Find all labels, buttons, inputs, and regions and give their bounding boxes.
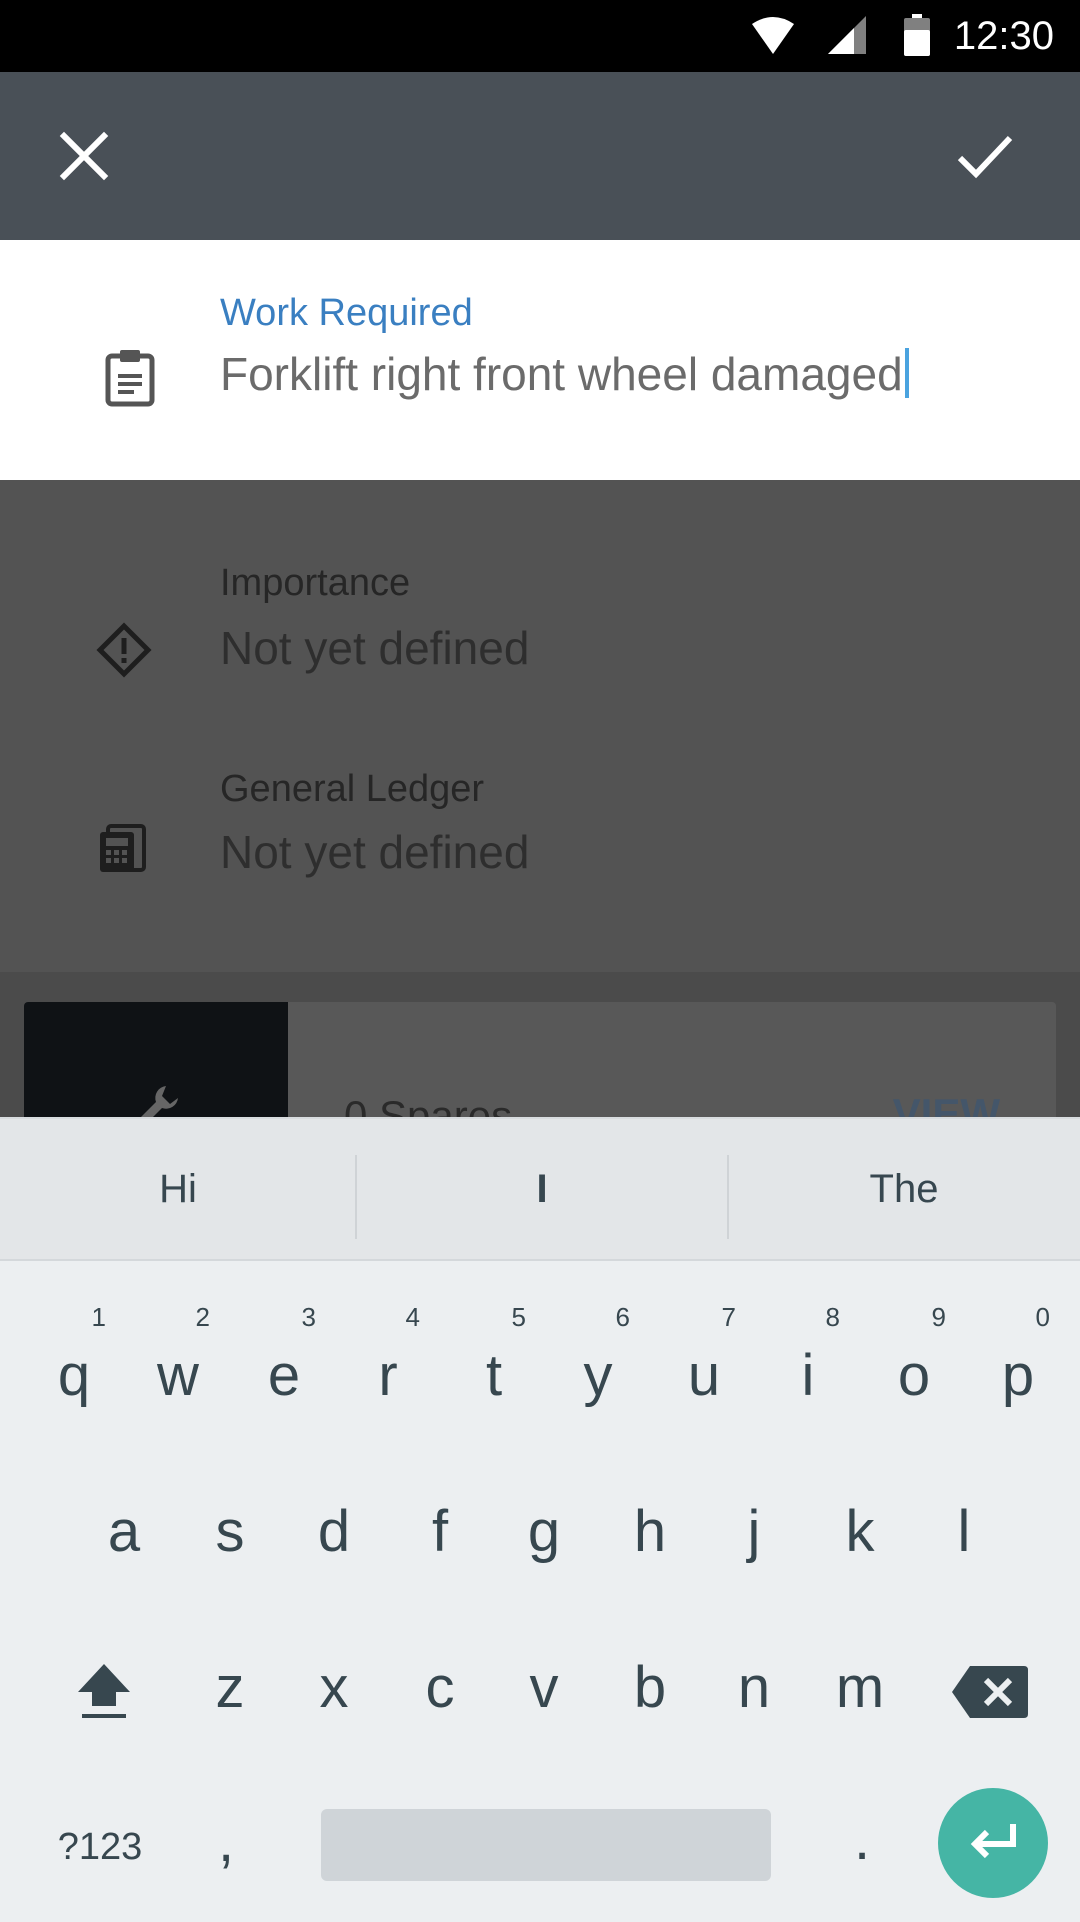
key-y[interactable]: y6 <box>572 1302 631 1409</box>
key-k[interactable]: k <box>834 1498 886 1565</box>
key-o[interactable]: o9 <box>888 1302 946 1409</box>
key-number: 9 <box>931 1302 946 1332</box>
key-s[interactable]: s <box>204 1498 256 1565</box>
key-u[interactable]: u7 <box>678 1302 736 1409</box>
suggestion-the[interactable]: The <box>728 1119 1080 1259</box>
key-t[interactable]: t5 <box>468 1302 526 1409</box>
key-j[interactable]: j <box>728 1498 780 1565</box>
key-w[interactable]: w2 <box>152 1302 210 1409</box>
key-label: r <box>378 1343 398 1408</box>
suggestion-strip: Hi I The <box>0 1119 1080 1261</box>
toolbar <box>0 72 1080 240</box>
key-number: 5 <box>511 1302 526 1332</box>
enter-icon <box>970 1824 1016 1859</box>
key-r[interactable]: r4 <box>362 1302 420 1409</box>
key-number: 1 <box>91 1302 106 1332</box>
key-number: 0 <box>1035 1302 1050 1332</box>
key-label: u <box>687 1343 721 1408</box>
key-number: 6 <box>615 1302 630 1332</box>
key-label: e <box>267 1343 301 1408</box>
key-b[interactable]: b <box>624 1654 676 1721</box>
symbols-key[interactable]: ?123 <box>48 1826 152 1869</box>
suggestion-hi[interactable]: Hi <box>0 1119 356 1259</box>
key-number: 2 <box>195 1302 210 1332</box>
work-required-value: Forklift right front wheel damaged <box>220 348 903 400</box>
key-i[interactable]: i8 <box>782 1302 840 1409</box>
ledger-calculator-icon <box>100 824 146 872</box>
wifi-icon <box>752 17 794 54</box>
battery-icon <box>904 14 930 56</box>
enter-key[interactable] <box>938 1788 1048 1898</box>
spares-card[interactable]: 0 Spares VIEW <box>24 1002 1056 1139</box>
check-icon <box>957 135 1013 179</box>
key-label: i <box>801 1343 815 1408</box>
comma-key[interactable]: , <box>206 1808 246 1875</box>
key-f[interactable]: f <box>414 1498 466 1565</box>
confirm-button[interactable] <box>940 112 1028 200</box>
key-number: 8 <box>825 1302 840 1332</box>
key-number: 4 <box>405 1302 420 1332</box>
key-number: 7 <box>721 1302 736 1332</box>
period-key[interactable]: . <box>842 1806 882 1873</box>
key-h[interactable]: h <box>624 1498 676 1565</box>
general-ledger-value[interactable]: Not yet defined <box>220 824 529 880</box>
key-e[interactable]: e3 <box>258 1302 316 1409</box>
clipboard-icon <box>105 350 155 407</box>
work-required-label: Work Required <box>220 292 473 334</box>
key-x[interactable]: x <box>308 1654 360 1721</box>
key-p[interactable]: p0 <box>992 1302 1050 1409</box>
close-button[interactable] <box>40 112 128 200</box>
key-l[interactable]: l <box>938 1498 990 1565</box>
work-required-section: Work Required Forklift right front wheel… <box>0 240 1080 480</box>
suggestion-i[interactable]: I <box>356 1119 728 1259</box>
close-icon <box>59 131 109 181</box>
importance-label: Importance <box>220 562 411 604</box>
key-c[interactable]: c <box>414 1654 466 1721</box>
space-key[interactable] <box>321 1809 771 1881</box>
key-label: y <box>583 1343 613 1408</box>
general-ledger-label: General Ledger <box>220 768 485 810</box>
key-g[interactable]: g <box>518 1498 570 1565</box>
importance-value[interactable]: Not yet defined <box>220 620 529 676</box>
key-q[interactable]: q1 <box>48 1302 106 1409</box>
backspace-key[interactable] <box>952 1664 1028 1720</box>
key-d[interactable]: d <box>308 1498 360 1565</box>
key-a[interactable]: a <box>98 1498 150 1565</box>
cell-signal-icon <box>828 16 866 54</box>
status-time: 12:30 <box>953 14 1054 58</box>
key-label: q <box>57 1343 91 1408</box>
key-z[interactable]: z <box>204 1654 256 1721</box>
status-bar: 12:30 <box>0 0 1080 72</box>
warning-diamond-icon <box>96 622 152 678</box>
key-n[interactable]: n <box>728 1654 780 1721</box>
key-number: 3 <box>301 1302 316 1332</box>
key-label: p <box>1001 1343 1035 1408</box>
key-label: o <box>897 1343 931 1408</box>
shift-key[interactable] <box>72 1658 136 1722</box>
key-v[interactable]: v <box>518 1654 570 1721</box>
shift-icon <box>78 1664 130 1718</box>
text-cursor <box>904 348 909 398</box>
key-m[interactable]: m <box>834 1654 886 1721</box>
key-label: w <box>157 1343 199 1408</box>
spares-thumbnail <box>24 1002 288 1132</box>
key-label: t <box>485 1343 503 1408</box>
work-required-input[interactable]: Forklift right front wheel damaged <box>220 346 909 402</box>
backspace-icon <box>952 1666 1028 1718</box>
